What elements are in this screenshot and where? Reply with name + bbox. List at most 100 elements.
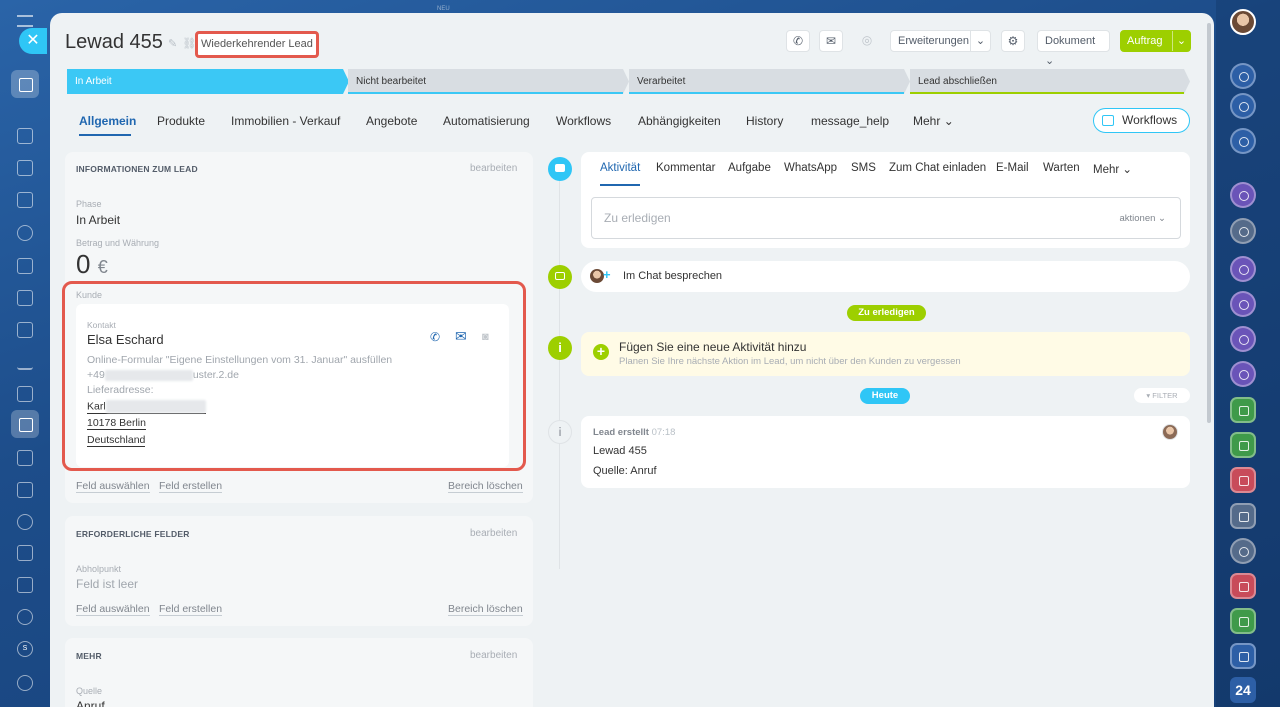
stage-not-processed[interactable]: Nicht bearbeitet <box>348 69 629 94</box>
calendar-icon[interactable] <box>17 545 33 561</box>
edit-link[interactable]: bearbeiten <box>470 528 517 539</box>
cards-icon[interactable] <box>17 290 33 306</box>
act-tab-sms[interactable]: SMS <box>851 162 876 174</box>
crm-filter-icon[interactable] <box>11 410 39 438</box>
task-icon-2[interactable] <box>1230 643 1256 669</box>
settings-gear-icon[interactable]: ⚙ <box>1001 30 1025 52</box>
actions-dropdown[interactable]: aktionen ⌄ <box>1119 213 1166 224</box>
add-plus-icon[interactable]: + <box>593 344 609 360</box>
tab-products[interactable]: Produkte <box>157 114 205 128</box>
bot-icon-2[interactable] <box>1230 291 1256 317</box>
contacts-icon[interactable] <box>17 225 33 241</box>
chat-disabled-icon[interactable]: ◎ <box>855 30 879 52</box>
lock-icon[interactable] <box>1230 397 1256 423</box>
analytics-icon[interactable] <box>17 354 33 370</box>
target-icon[interactable] <box>17 609 33 625</box>
robot-icon[interactable] <box>17 577 33 593</box>
contact-avatar-icon[interactable] <box>1230 182 1256 208</box>
chat-discuss-row[interactable]: + Im Chat besprechen <box>581 261 1190 292</box>
tab-message-help[interactable]: message_help <box>811 114 889 128</box>
create-field-link[interactable]: Feld erstellen <box>159 480 223 493</box>
presentation-icon[interactable] <box>17 322 33 338</box>
copilot-icon[interactable] <box>1230 93 1256 119</box>
filter-button[interactable]: ▾ FILTER <box>1134 388 1190 403</box>
mail-icon[interactable]: ✉ <box>819 30 843 52</box>
lock-icon-3[interactable] <box>1230 467 1256 493</box>
documents-icon[interactable] <box>17 258 33 274</box>
tab-dependencies[interactable]: Abhängigkeiten <box>638 114 721 128</box>
stage-close-lead[interactable]: Lead abschließen <box>910 69 1190 94</box>
user-avatar[interactable] <box>1230 9 1256 35</box>
add-activity-card[interactable]: + Fügen Sie eine neue Aktivität hinzu Pl… <box>581 332 1190 376</box>
lock-icon-2[interactable] <box>1230 432 1256 458</box>
pickup-value[interactable]: Feld ist leer <box>76 577 138 591</box>
tab-offers[interactable]: Angebote <box>366 114 417 128</box>
tab-workflows[interactable]: Workflows <box>556 114 611 128</box>
tab-automation[interactable]: Automatisierung <box>443 114 530 128</box>
notification-bell-icon[interactable] <box>1230 63 1256 89</box>
delete-section-link[interactable]: Bereich löschen <box>448 480 523 493</box>
edit-link[interactable]: bearbeiten <box>470 650 517 661</box>
act-tab-comment[interactable]: Kommentar <box>656 162 715 174</box>
lock-icon-5[interactable] <box>1230 608 1256 634</box>
person-avatar-icon[interactable] <box>1230 218 1256 244</box>
chat-timeline-icon <box>548 265 572 289</box>
call-icon[interactable]: ✆ <box>786 30 810 52</box>
extensions-label: Erweiterungen <box>898 35 969 47</box>
cart-icon[interactable] <box>17 386 33 402</box>
workflows-button[interactable]: Workflows <box>1093 108 1190 133</box>
entry-time: 07:18 <box>651 427 676 438</box>
document-button[interactable]: Dokument ⌄ <box>1037 30 1110 67</box>
stage-in-work[interactable]: In Arbeit <box>67 69 349 94</box>
act-tab-invite-chat[interactable]: Zum Chat einladen <box>889 162 986 174</box>
chevron-down-icon[interactable]: ⌄ <box>970 31 990 51</box>
select-field-link[interactable]: Feld auswählen <box>76 603 150 616</box>
s-badge-icon[interactable]: S <box>17 641 33 657</box>
task-icon[interactable] <box>1230 503 1256 529</box>
tab-general[interactable]: Allgemein <box>79 114 136 128</box>
bitrix24-logo[interactable]: 24 <box>1230 677 1256 703</box>
person-avatar-icon-2[interactable] <box>1230 538 1256 564</box>
menu-icon[interactable] <box>17 15 33 27</box>
create-field-link[interactable]: Feld erstellen <box>159 603 223 616</box>
bot-icon-4[interactable] <box>1230 361 1256 387</box>
edit-doc-icon[interactable] <box>17 450 33 466</box>
extensions-button[interactable]: Erweiterungen ⌄ <box>890 30 991 52</box>
tab-more[interactable]: Mehr ⌄ <box>913 114 954 128</box>
camera-icon[interactable] <box>17 514 33 530</box>
edit-link[interactable]: bearbeiten <box>470 163 517 174</box>
checklist-icon[interactable] <box>17 192 33 208</box>
act-tab-whatsapp[interactable]: WhatsApp <box>784 162 837 174</box>
delete-section-link[interactable]: Bereich löschen <box>448 603 523 616</box>
left-sidebar: ✕ S <box>0 0 50 707</box>
id-card-icon[interactable] <box>17 482 33 498</box>
lock-icon-4[interactable] <box>1230 573 1256 599</box>
tasks-icon[interactable] <box>17 128 33 144</box>
sidebar-item-active[interactable] <box>11 70 39 98</box>
tab-history[interactable]: History <box>746 114 783 128</box>
order-button[interactable]: Auftrag ⌄ <box>1120 30 1191 52</box>
tab-real-estate[interactable]: Immobilien - Verkauf <box>231 114 340 128</box>
act-tab-wait[interactable]: Warten <box>1043 162 1080 174</box>
order-label: Auftrag <box>1127 35 1163 47</box>
bot-icon-3[interactable] <box>1230 326 1256 352</box>
customer-highlight-frame <box>62 281 526 471</box>
act-tab-activity[interactable]: Aktivität <box>600 162 640 174</box>
todo-input[interactable]: Zu erledigen aktionen ⌄ <box>591 197 1181 239</box>
act-tab-email[interactable]: E-Mail <box>996 162 1029 174</box>
phase-value: In Arbeit <box>76 213 121 227</box>
select-field-link[interactable]: Feld auswählen <box>76 480 150 493</box>
act-tab-task[interactable]: Aufgabe <box>728 162 771 174</box>
author-avatar[interactable] <box>1162 424 1178 440</box>
info-icon: i <box>548 336 572 360</box>
search-chat-icon[interactable] <box>1230 128 1256 154</box>
stage-processed[interactable]: Verarbeitet <box>629 69 910 94</box>
close-slider-button[interactable]: ✕ <box>19 28 47 54</box>
source-value: Anruf <box>76 699 105 707</box>
settings-gear-icon[interactable] <box>17 675 33 691</box>
act-tab-more[interactable]: Mehr ⌄ <box>1093 162 1132 176</box>
chevron-down-icon[interactable]: ⌄ <box>1172 31 1190 51</box>
chat-icon[interactable] <box>17 160 33 176</box>
bot-icon[interactable] <box>1230 256 1256 282</box>
scrollbar[interactable] <box>1207 23 1211 423</box>
